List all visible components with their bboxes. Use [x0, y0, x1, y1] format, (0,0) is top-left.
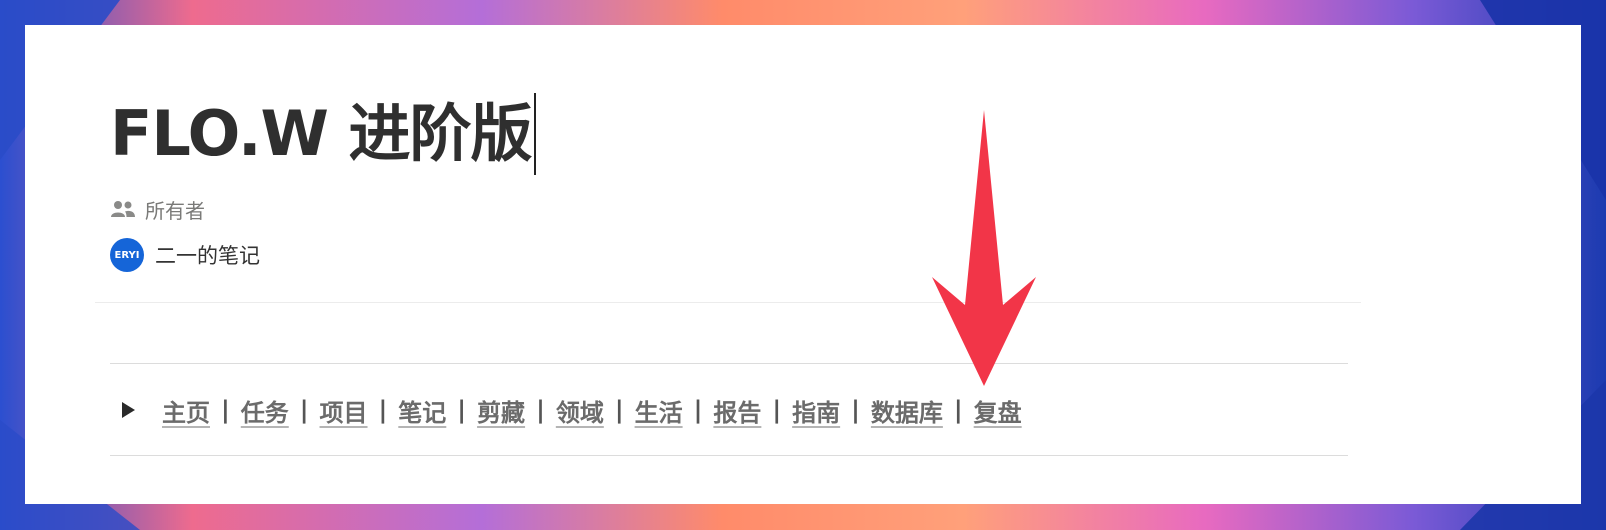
- separator: |: [536, 396, 545, 424]
- separator: |: [693, 396, 703, 424]
- divider-above-toggle: [110, 363, 1348, 364]
- link-review[interactable]: 复盘: [974, 393, 1022, 428]
- avatar: ERYI: [110, 238, 144, 272]
- link-clips[interactable]: 剪藏: [477, 393, 525, 428]
- link-areas[interactable]: 领域: [556, 393, 604, 428]
- link-notes[interactable]: 笔记: [398, 393, 446, 428]
- separator: |: [378, 396, 388, 424]
- separator: |: [772, 396, 782, 424]
- link-tasks[interactable]: 任务: [241, 393, 289, 428]
- link-life[interactable]: 生活: [635, 393, 683, 428]
- people-icon: [111, 201, 135, 217]
- toggle-block: 主页 | 任务 | 项目 | 笔记 | 剪藏 | 领域 | 生活 | 报告 | …: [122, 393, 1022, 427]
- link-reports[interactable]: 报告: [713, 393, 761, 428]
- link-guide[interactable]: 指南: [792, 393, 840, 428]
- divider-below-toggle: [110, 455, 1348, 456]
- separator: |: [851, 396, 860, 424]
- link-projects[interactable]: 项目: [320, 393, 368, 428]
- separator: |: [614, 396, 624, 424]
- separator: |: [953, 396, 963, 424]
- page-title-row[interactable]: FLO.W 进阶版: [110, 91, 536, 177]
- notion-page: FLO.W 进阶版 所有者 ERYI 二一的笔记 主页 | 任务 | 项目 | …: [25, 25, 1581, 504]
- property-label: 所有者: [145, 198, 205, 223]
- owner-value[interactable]: ERYI 二一的笔记: [110, 238, 260, 272]
- link-database[interactable]: 数据库: [871, 393, 943, 428]
- triangle-right-icon[interactable]: [122, 402, 135, 418]
- separator: |: [221, 396, 230, 424]
- owner-name: 二一的笔记: [155, 244, 260, 268]
- separator: |: [457, 396, 467, 424]
- page-title[interactable]: FLO.W 进阶版: [110, 91, 533, 177]
- header-divider: [95, 302, 1361, 303]
- link-home[interactable]: 主页: [162, 393, 210, 428]
- text-cursor: [533, 93, 536, 175]
- property-owner-row[interactable]: 所有者: [110, 196, 205, 223]
- separator: |: [299, 396, 309, 424]
